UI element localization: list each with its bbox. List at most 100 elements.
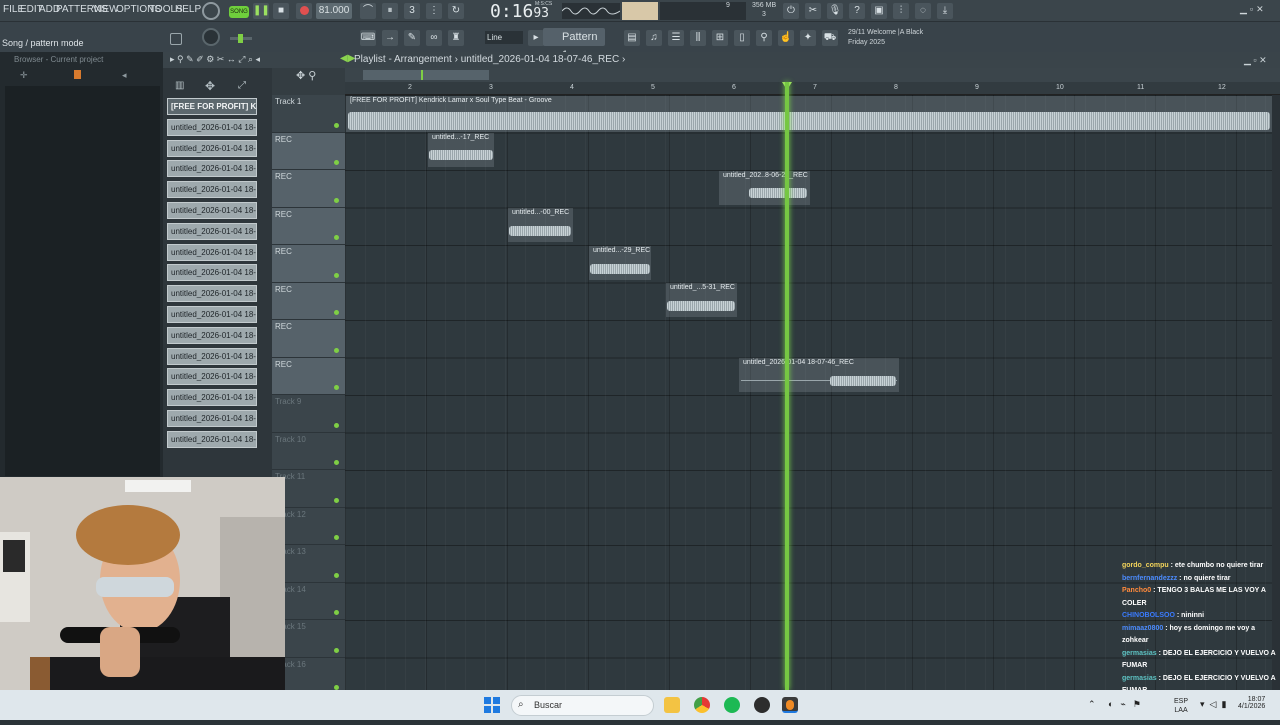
mixer-icon[interactable]: ⫶ (893, 3, 909, 19)
playlist-window-controls[interactable]: ▁ ▫ ✕ (1244, 55, 1267, 66)
plugin-icon[interactable]: ⚲ (756, 30, 772, 46)
touch-icon[interactable]: ☝ (778, 30, 794, 46)
stamp-icon[interactable]: ♜ (448, 30, 464, 46)
picker-item[interactable]: untitled_2026-01-04 18-... (167, 285, 257, 303)
pattern-selector[interactable]: Pattern 1 (543, 28, 605, 61)
master-volume-knob[interactable] (202, 2, 220, 20)
picker-item[interactable]: untitled_2026-01-04 18-... (167, 118, 257, 136)
picker-item[interactable]: untitled_2026-01-04 18-... (167, 430, 257, 448)
link-icon[interactable]: ∞ (426, 30, 442, 46)
track-label: Track 1 (275, 97, 302, 106)
track-mute-led[interactable] (334, 460, 339, 465)
power-icon[interactable]: ⏻ (783, 3, 799, 19)
language-indicator[interactable]: ESP (1174, 697, 1188, 706)
stop-button[interactable]: ■ (273, 3, 289, 19)
save-icon[interactable]: ▣ (871, 3, 887, 19)
track-mute-led[interactable] (334, 385, 339, 390)
step-edit-icon[interactable]: ⋮ (426, 3, 442, 19)
track-mute-led[interactable] (334, 572, 339, 578)
picker-stretch-icon[interactable]: ⤢ (238, 80, 246, 91)
spotify-icon[interactable] (724, 697, 740, 713)
typing-keyboard-icon[interactable]: ⌨ (360, 30, 376, 46)
fl-studio-icon[interactable] (782, 697, 798, 713)
picker-audio-icon[interactable]: ▥ (175, 80, 184, 91)
browser-tree-icon[interactable]: ⊞ (712, 30, 728, 46)
master-pitch-knob[interactable] (202, 28, 220, 46)
track-mute-led[interactable] (334, 647, 339, 653)
pattern-arrow-icon[interactable]: ▸ (528, 30, 544, 46)
track-mute-led[interactable] (334, 310, 339, 315)
snap-selector[interactable]: Line (485, 31, 523, 44)
wand-icon[interactable]: ✦ (800, 30, 816, 46)
picker-item[interactable]: untitled_2026-01-04 18-... (167, 202, 257, 219)
browser-nav-icon[interactable]: ✛ (20, 70, 28, 81)
picker-item[interactable]: untitled_2026-01-04 18-... (167, 326, 257, 344)
metronome-icon[interactable]: ⌒ (360, 3, 376, 19)
picker-item[interactable]: untitled_2026-01-04 18-... (167, 160, 257, 178)
picker-item[interactable]: untitled_2026-01-04 18-... (167, 306, 257, 323)
picker-item[interactable]: untitled_2026-01-04 18-... (167, 264, 257, 282)
track-mute-led[interactable] (334, 422, 339, 428)
microphone-icon[interactable]: 🎙 (827, 3, 843, 19)
picker-item[interactable]: untitled_2026-01-04 18-... (167, 139, 257, 157)
track-mute-led[interactable] (334, 197, 339, 203)
tray-chevron-icon[interactable]: ⌃ (1088, 699, 1096, 710)
song-mode-toggle[interactable]: SONG (229, 6, 249, 18)
picker-item[interactable]: untitled_2026-01-04 18-... (167, 347, 257, 365)
browser-list[interactable] (5, 86, 160, 476)
clip-waveform (749, 188, 807, 198)
download-icon[interactable]: ⤓ (937, 3, 953, 19)
obs-icon[interactable] (754, 697, 770, 713)
channel-rack-icon[interactable]: ☰ (668, 30, 684, 46)
scissors-icon[interactable]: ✂ (805, 3, 821, 19)
track-mute-led[interactable] (334, 610, 339, 615)
browser-folder-icon[interactable] (74, 70, 81, 79)
file-explorer-icon[interactable] (664, 697, 680, 713)
cart-icon[interactable]: ⛟ (822, 30, 838, 46)
chrome-icon[interactable] (694, 697, 710, 713)
chat-icon[interactable]: ◌ (915, 3, 931, 19)
snap-icon[interactable]: ✥ ⚲ (296, 69, 316, 82)
playlist-tools-icon[interactable]: ▸ ⚲ ✎ ✐ ⚙ ✂ ↔ ⤢ ⌕ ◂ (170, 54, 260, 65)
track-mute-led[interactable] (334, 272, 339, 278)
playlist-icon[interactable]: ▤ (624, 30, 640, 46)
arrow-icon[interactable]: → (382, 30, 398, 46)
window-controls[interactable]: ▁▫✕ (1240, 4, 1276, 16)
track-mute-led[interactable] (334, 160, 339, 165)
play-pause-button[interactable]: ❚❚ (253, 3, 270, 19)
wait-input-icon[interactable]: ⏸ (382, 3, 398, 19)
file-icon[interactable]: ▯ (734, 30, 750, 46)
track-mute-led[interactable] (334, 497, 339, 503)
picker-item[interactable]: untitled_2026-01-04 18-... (167, 389, 257, 407)
overview-bar[interactable] (345, 68, 1280, 82)
picker-item[interactable]: [FREE FOR PROFIT] K... (167, 98, 257, 115)
tempo-display[interactable]: 81.000 (316, 3, 352, 19)
help-icon[interactable]: ? (849, 3, 865, 19)
picker-item[interactable]: untitled_2026-01-04 18-... (167, 181, 257, 199)
piano-roll-icon[interactable]: ♫ (646, 30, 662, 46)
windows-start-icon[interactable] (484, 697, 500, 713)
picker-move-icon[interactable]: ✥ (205, 79, 215, 93)
record-button[interactable] (296, 3, 312, 19)
track-mute-led[interactable] (334, 535, 339, 540)
picker-item[interactable]: untitled_2026-01-04 18-... (167, 222, 257, 240)
panel-toggle-icon[interactable] (170, 33, 182, 45)
track-mute-led[interactable] (334, 347, 339, 353)
menu-help[interactable]: HELP (175, 4, 201, 15)
track-mute-led[interactable] (334, 235, 339, 240)
pitch-slider[interactable] (230, 34, 252, 43)
browser-back-icon[interactable]: ◂ (122, 70, 127, 81)
picker-item[interactable]: untitled_2026-01-04 18-... (167, 410, 257, 427)
mixer-sliders-icon[interactable]: ⫼ (690, 30, 706, 46)
taskbar-search[interactable]: ⌕ Buscar (511, 695, 654, 716)
countdown-icon[interactable]: 3 (404, 3, 420, 19)
loop-record-icon[interactable]: ↻ (448, 3, 464, 19)
menu-view[interactable]: VIEW (93, 4, 119, 15)
paint-icon[interactable]: ✎ (404, 30, 420, 46)
track-mute-led[interactable] (334, 122, 339, 128)
tray-icons[interactable]: ◐⌁⚑ (1108, 699, 1148, 710)
picker-item[interactable]: untitled_2026-01-04 18-... (167, 368, 257, 386)
cpu-value: 9 (726, 2, 730, 9)
wifi-volume-battery-icon[interactable]: ▾◁▮ (1200, 699, 1231, 710)
picker-item[interactable]: untitled_2026-01-04 18-... (167, 243, 257, 261)
